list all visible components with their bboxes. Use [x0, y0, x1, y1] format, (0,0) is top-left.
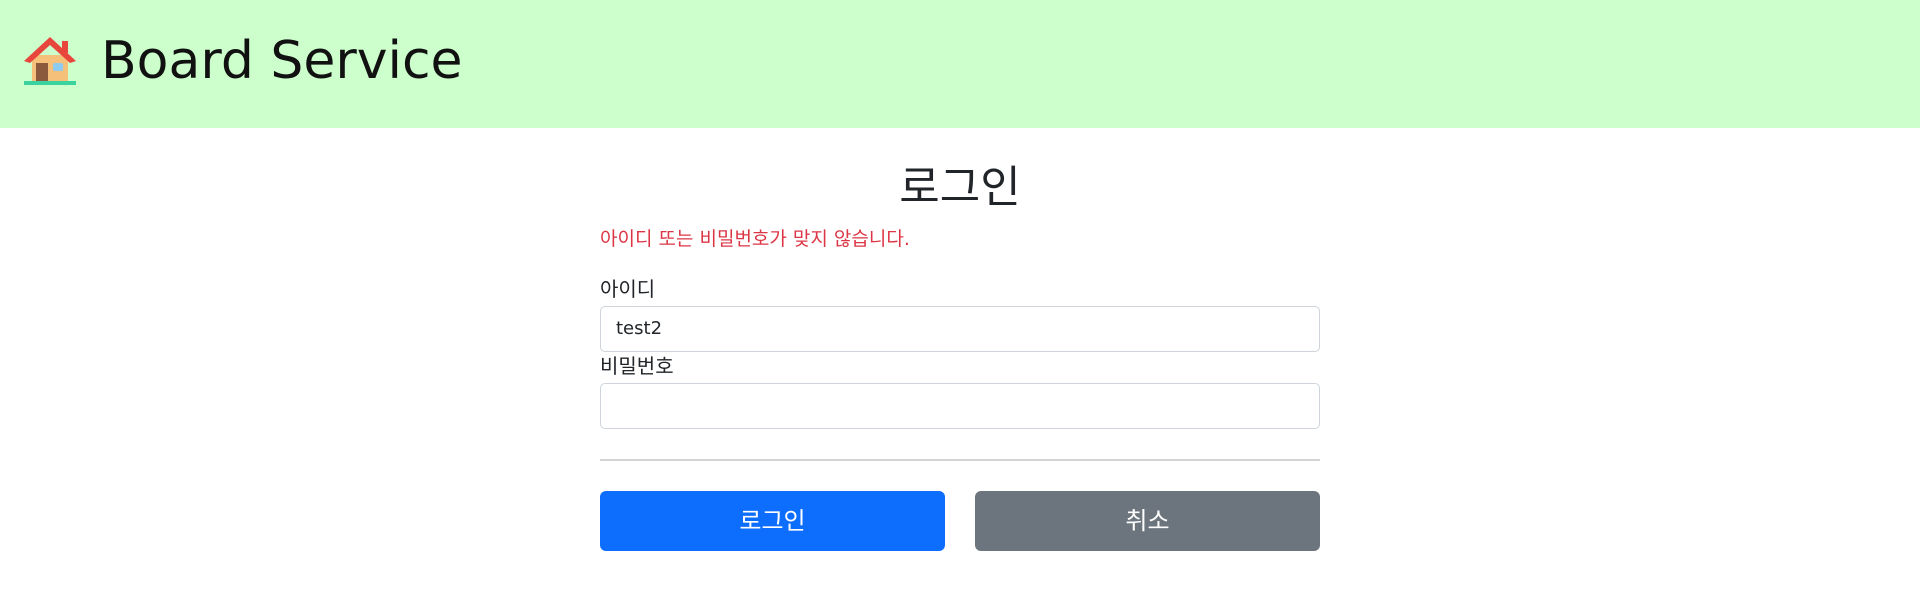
username-label: 아이디: [600, 277, 656, 301]
password-input[interactable]: [600, 383, 1320, 429]
cancel-button[interactable]: 취소: [975, 491, 1320, 551]
username-input[interactable]: test2: [600, 306, 1320, 352]
username-value: test2: [616, 318, 663, 339]
site-header: Board Service: [0, 0, 1920, 128]
password-label: 비밀번호: [600, 354, 674, 378]
page-title: 로그인: [899, 162, 1021, 213]
login-button[interactable]: 로그인: [600, 491, 945, 551]
divider: [600, 459, 1320, 461]
house-icon[interactable]: [22, 33, 78, 87]
brand-title[interactable]: Board Service: [101, 28, 463, 94]
error-message: 아이디 또는 비밀번호가 맞지 않습니다.: [600, 228, 910, 250]
